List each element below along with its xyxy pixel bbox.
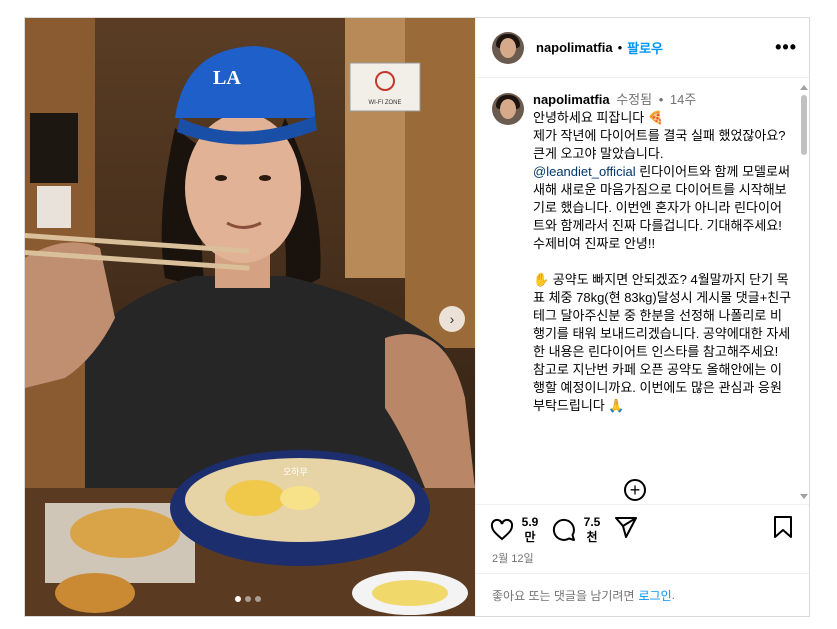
caption-time[interactable]: 14주 [670, 92, 696, 107]
mention-link[interactable]: @leandiet_official [533, 164, 636, 179]
comment-count: 7.5 천 [583, 515, 601, 544]
carousel-next-button[interactable]: › [439, 306, 465, 332]
post-date[interactable]: 2월 12일 [492, 550, 534, 566]
caption-avatar[interactable] [492, 93, 524, 125]
share-icon [615, 517, 637, 538]
author-username[interactable]: napolimatfia [536, 40, 613, 55]
bookmark-icon [774, 516, 792, 538]
plus-circle-icon: + [629, 480, 641, 500]
post-side-panel: napolimatfia • 팔로우 ••• napolimatfia 수정됨 … [475, 18, 809, 616]
heart-icon [490, 518, 514, 541]
caption-comment: napolimatfia 수정됨 • 14주 안녕하세요 피잡니다 🍕 제가 작… [476, 79, 809, 415]
post-header: napolimatfia • 팔로우 ••• [476, 18, 809, 78]
scroll-down-arrow-icon[interactable] [800, 494, 808, 499]
cap-logo: LA [213, 67, 241, 89]
scroll-up-arrow-icon[interactable] [800, 85, 808, 90]
load-more-comments-button[interactable]: + [624, 479, 646, 501]
edited-label: 수정됨 [616, 92, 653, 107]
carousel-dot [255, 596, 261, 602]
save-action[interactable] [772, 515, 794, 539]
comment-action[interactable]: 7.5 천 [552, 515, 602, 545]
login-prompt-text: 좋아요 또는 댓글을 남기려면 [492, 588, 635, 603]
scrollbar-thumb[interactable] [801, 95, 807, 155]
caption-body: napolimatfia 수정됨 • 14주 안녕하세요 피잡니다 🍕 제가 작… [533, 91, 793, 415]
caption-text: 안녕하세요 피잡니다 🍕 제가 작년에 다이어트를 결국 실패 했었잖아요? 큰… [533, 110, 786, 161]
login-link[interactable]: 로그인 [638, 587, 671, 604]
post-dialog: WI-FI ZONE LA 오하무 › napolimatfia • 팔로우 •… [24, 17, 810, 617]
more-options-icon[interactable]: ••• [775, 37, 797, 58]
like-action[interactable]: 5.9 만 [490, 515, 540, 545]
comments-section: napolimatfia 수정됨 • 14주 안녕하세요 피잡니다 🍕 제가 작… [476, 79, 809, 504]
caption-bullet: • [658, 92, 664, 107]
like-count: 5.9 만 [521, 515, 539, 544]
carousel-dot [245, 596, 251, 602]
caption-username[interactable]: napolimatfia [533, 92, 610, 107]
post-photo: WI-FI ZONE LA 오하무 › [25, 18, 475, 616]
wall-poster [30, 113, 78, 183]
follow-button[interactable]: 팔로우 [627, 38, 663, 57]
chevron-right-icon: › [449, 311, 455, 327]
carousel-indicator [235, 596, 261, 602]
comment-icon [552, 518, 575, 541]
header-separator: • [617, 40, 623, 55]
wifi-sign-text: WI-FI ZONE [369, 100, 402, 106]
login-prompt: 좋아요 또는 댓글을 남기려면 로그인. [476, 573, 809, 616]
tempura [70, 508, 180, 558]
author-avatar[interactable] [492, 31, 524, 64]
carousel-dot [235, 596, 241, 602]
login-prompt-period: . [671, 588, 675, 602]
share-action[interactable] [614, 515, 638, 539]
comments-scrollbar[interactable] [800, 79, 808, 499]
photo-illustration: WI-FI ZONE LA 오하무 [25, 18, 475, 616]
caption-text-continued: 린다이어트와 함께 모델로써 새해 새로운 마음가짐으로 다이어트를 시작해보기… [533, 164, 792, 413]
caption-meta: napolimatfia 수정됨 • 14주 [533, 91, 793, 109]
bowl-label: 오하무 [283, 467, 308, 478]
